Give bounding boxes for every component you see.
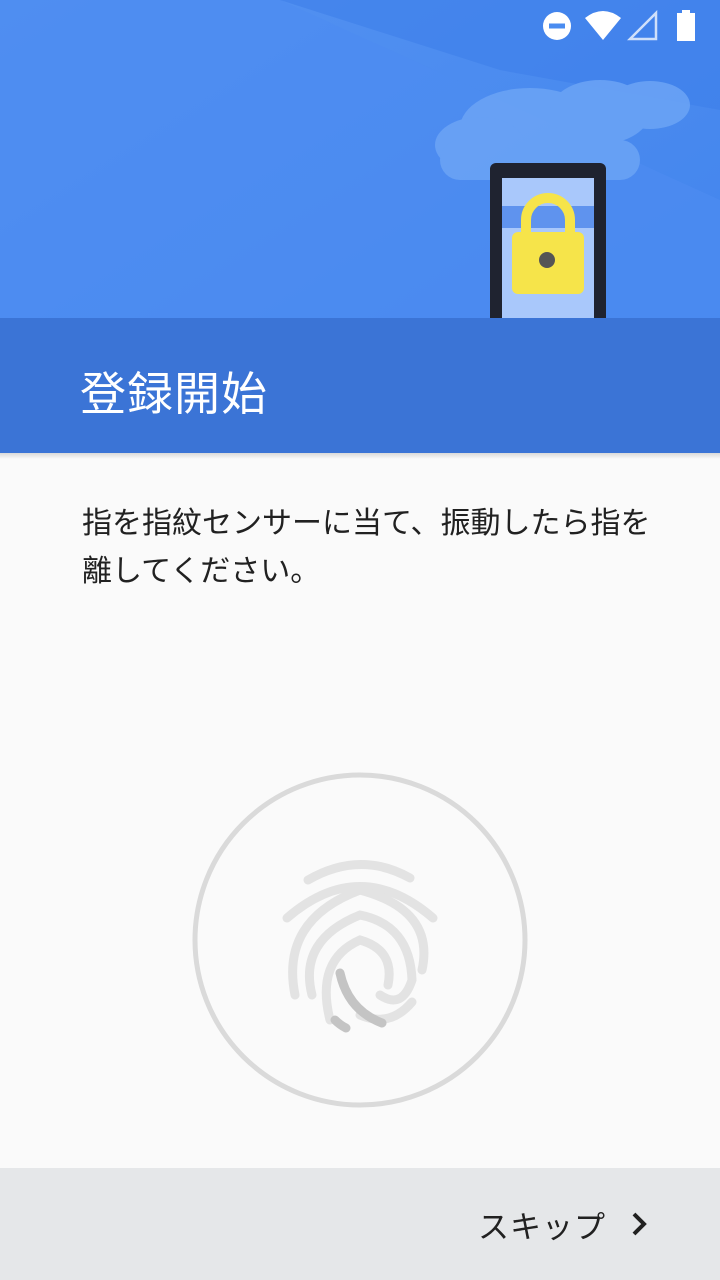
header-illustration: 登録開始	[0, 0, 720, 453]
cellular-signal-icon	[627, 10, 658, 41]
chevron-right-icon	[632, 1212, 647, 1236]
fingerprint-icon	[192, 772, 528, 1108]
skip-button-label: スキップ	[478, 1209, 606, 1246]
footer-bar: スキップ	[0, 1168, 720, 1280]
do-not-disturb-icon	[543, 12, 571, 40]
status-bar	[0, 0, 720, 48]
wifi-icon	[585, 11, 621, 40]
battery-icon	[677, 10, 695, 41]
fingerprint-sensor-indicator	[190, 770, 530, 1114]
page-title: 登録開始	[80, 367, 268, 421]
header-shadow	[0, 453, 720, 459]
instruction-text: 指を指紋センサーに当て、振動したら指を離してください。	[82, 506, 651, 589]
skip-button[interactable]: スキップ	[478, 1200, 650, 1248]
